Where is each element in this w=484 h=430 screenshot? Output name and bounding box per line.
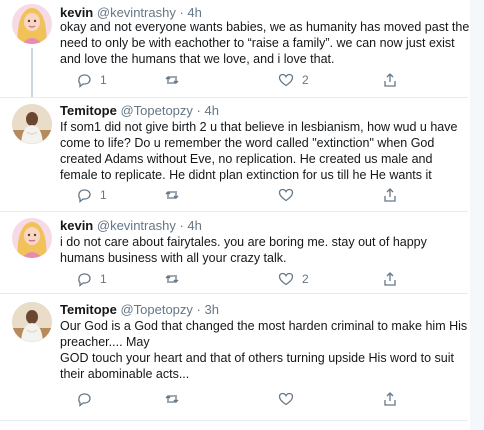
avatar-image <box>12 218 52 258</box>
separator-dot: · <box>179 5 184 20</box>
heart-icon <box>278 188 294 202</box>
share-icon <box>384 272 396 286</box>
user-handle[interactable]: @kevintrashy <box>97 218 176 233</box>
avatar-image <box>12 302 52 342</box>
tweet-header: Temitope @Topetopzy · 3h <box>60 302 219 318</box>
tweet[interactable]: kevin @kevintrashy · 4h okay and not eve… <box>0 0 484 98</box>
reply-button[interactable] <box>76 390 100 408</box>
avatar-image <box>12 104 52 144</box>
like-button[interactable] <box>278 186 302 204</box>
retweet-button[interactable] <box>164 71 188 89</box>
tweet-actions: 1 2 <box>60 270 440 288</box>
share-icon <box>384 392 396 406</box>
reply-count: 1 <box>100 73 107 87</box>
avatar[interactable] <box>12 104 52 144</box>
display-name[interactable]: Temitope <box>60 302 117 317</box>
reply-icon <box>78 74 91 88</box>
retweet-icon <box>165 76 179 84</box>
tweet[interactable]: Temitope @Topetopzy · 3h Our God is a Go… <box>0 294 484 430</box>
tweet[interactable]: Temitope @Topetopzy · 4h If som1 did not… <box>0 98 484 212</box>
avatar[interactable] <box>12 302 52 342</box>
tweet[interactable]: kevin @kevintrashy · 4h i do not care ab… <box>0 212 484 294</box>
retweet-button[interactable] <box>164 270 188 288</box>
scrollbar[interactable] <box>470 0 484 430</box>
tweet-text: Our God is a God that changed the most h… <box>60 319 468 381</box>
avatar[interactable] <box>12 218 52 258</box>
reply-button[interactable]: 1 <box>76 71 107 89</box>
timestamp[interactable]: 4h <box>187 5 201 20</box>
like-count: 2 <box>302 73 309 87</box>
display-name[interactable]: kevin <box>60 5 93 20</box>
heart-icon <box>278 73 294 87</box>
share-button[interactable] <box>382 270 398 288</box>
separator-dot: · <box>196 302 201 317</box>
user-handle[interactable]: @kevintrashy <box>97 5 176 20</box>
like-button[interactable]: 2 <box>278 71 309 89</box>
user-handle[interactable]: @Topetopzy <box>120 302 192 317</box>
timestamp[interactable]: 4h <box>205 103 219 118</box>
separator-dot: · <box>196 103 201 118</box>
tweet-text: i do not care about fairytales. you are … <box>60 235 427 265</box>
display-name[interactable]: kevin <box>60 218 93 233</box>
tweet-divider <box>0 420 468 421</box>
thread-line <box>31 48 33 98</box>
heart-icon <box>278 272 294 286</box>
share-button[interactable] <box>382 186 398 204</box>
display-name[interactable]: Temitope <box>60 103 117 118</box>
user-handle[interactable]: @Topetopzy <box>120 103 192 118</box>
conversation-thread: kevin @kevintrashy · 4h okay and not eve… <box>0 0 484 430</box>
reply-button[interactable]: 1 <box>76 186 107 204</box>
timestamp[interactable]: 3h <box>205 302 219 317</box>
tweet-header: kevin @kevintrashy · 4h <box>60 218 202 234</box>
reply-count: 1 <box>100 188 107 202</box>
reply-button[interactable]: 1 <box>76 270 107 288</box>
like-count: 2 <box>302 272 309 286</box>
like-button[interactable] <box>278 390 302 408</box>
separator-dot: · <box>179 218 184 233</box>
avatar[interactable] <box>12 4 52 44</box>
share-button[interactable] <box>382 390 398 408</box>
retweet-icon <box>165 191 179 199</box>
avatar-image <box>12 4 52 44</box>
reply-icon <box>78 273 91 287</box>
reply-icon <box>78 189 91 203</box>
tweet-actions: 1 <box>60 186 440 204</box>
tweet-actions: 1 2 <box>60 71 440 89</box>
tweet-text: If som1 did not give birth 2 u that beli… <box>60 120 458 182</box>
retweet-button[interactable] <box>164 390 188 408</box>
retweet-button[interactable] <box>164 186 188 204</box>
retweet-icon <box>165 275 179 283</box>
reply-icon <box>78 393 91 407</box>
reply-count: 1 <box>100 272 107 286</box>
tweet-actions <box>60 390 440 408</box>
like-button[interactable]: 2 <box>278 270 309 288</box>
retweet-icon <box>165 395 179 403</box>
timestamp[interactable]: 4h <box>187 218 201 233</box>
tweet-text: okay and not everyone wants babies, we a… <box>60 20 470 66</box>
share-button[interactable] <box>382 71 398 89</box>
share-icon <box>384 73 396 87</box>
heart-icon <box>278 392 294 406</box>
share-icon <box>384 188 396 202</box>
tweet-header: Temitope @Topetopzy · 4h <box>60 103 219 119</box>
